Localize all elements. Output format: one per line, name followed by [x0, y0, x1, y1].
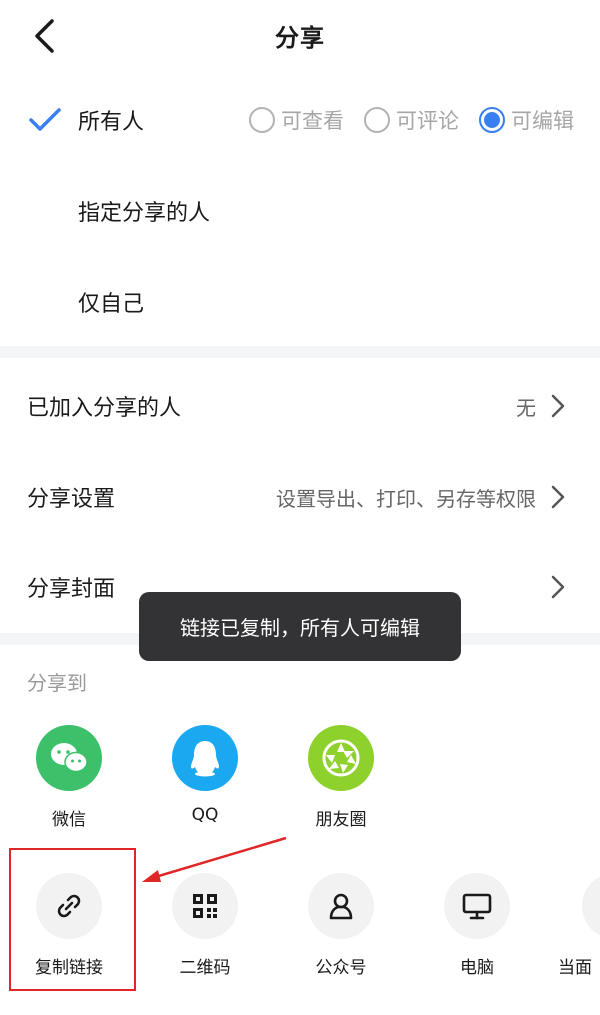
share-to-title: 分享到 — [27, 671, 87, 695]
permission-comment-radio[interactable]: 可评论 — [364, 105, 459, 135]
checkmark-icon — [29, 108, 61, 131]
highlight-box — [9, 848, 136, 991]
qq-icon — [172, 725, 238, 791]
scope-option-label: 所有人 — [78, 110, 145, 135]
chevron-right-icon — [551, 394, 565, 418]
official-account-icon — [308, 873, 374, 939]
row-value: 设置导出、打印、另存等权限 — [276, 486, 536, 511]
computer-icon — [444, 873, 510, 939]
permission-edit-radio[interactable]: 可编辑 — [479, 105, 574, 135]
share-settings-row[interactable]: 分享设置 设置导出、打印、另存等权限 — [0, 457, 600, 537]
row-value: 无 — [516, 395, 536, 420]
share-label: 电脑 — [460, 958, 494, 978]
toast-message: 链接已复制，所有人可编辑 — [139, 592, 461, 661]
radio-unchecked-icon — [364, 107, 390, 133]
chevron-right-icon — [551, 485, 565, 509]
scope-option-label: 仅自己 — [78, 292, 145, 317]
face-to-face-button[interactable]: 当面 — [558, 873, 600, 983]
radio-unchecked-icon — [249, 107, 275, 133]
computer-button[interactable]: 电脑 — [422, 873, 532, 983]
scope-option-only-me[interactable]: 仅自己 — [0, 272, 600, 332]
radio-label: 可查看 — [281, 109, 344, 133]
share-label: 朋友圈 — [315, 810, 367, 830]
share-qq-button[interactable]: QQ — [150, 725, 260, 835]
scope-option-label: 指定分享的人 — [78, 201, 211, 226]
row-label: 分享封面 — [27, 577, 116, 602]
joined-people-row[interactable]: 已加入分享的人 无 — [0, 366, 600, 446]
share-label: 微信 — [52, 810, 86, 830]
scope-option-everyone[interactable]: 所有人 可查看 可评论 可编辑 — [0, 90, 600, 150]
share-label: 二维码 — [179, 958, 231, 978]
permission-view-radio[interactable]: 可查看 — [249, 105, 344, 135]
header: 分享 — [0, 0, 600, 72]
share-wechat-button[interactable]: 微信 — [14, 725, 124, 835]
permission-radio-group: 可查看 可评论 可编辑 — [249, 105, 574, 135]
chevron-right-icon — [551, 575, 565, 599]
share-label: 当面 — [558, 958, 592, 978]
radio-checked-icon — [479, 107, 505, 133]
radio-label: 可编辑 — [511, 109, 574, 133]
page-title: 分享 — [275, 24, 325, 52]
radio-label: 可评论 — [396, 109, 459, 133]
official-account-button[interactable]: 公众号 — [286, 873, 396, 983]
wechat-icon — [36, 725, 102, 791]
row-label: 已加入分享的人 — [27, 396, 182, 421]
section-divider — [0, 346, 600, 358]
arrow-icon — [142, 836, 287, 882]
share-moments-button[interactable]: 朋友圈 — [286, 725, 396, 835]
face-to-face-icon — [582, 873, 600, 939]
scope-option-specified[interactable]: 指定分享的人 — [0, 181, 600, 241]
share-label: 公众号 — [315, 958, 367, 978]
moments-icon — [308, 725, 374, 791]
row-label: 分享设置 — [27, 487, 116, 512]
share-label: QQ — [191, 805, 219, 825]
